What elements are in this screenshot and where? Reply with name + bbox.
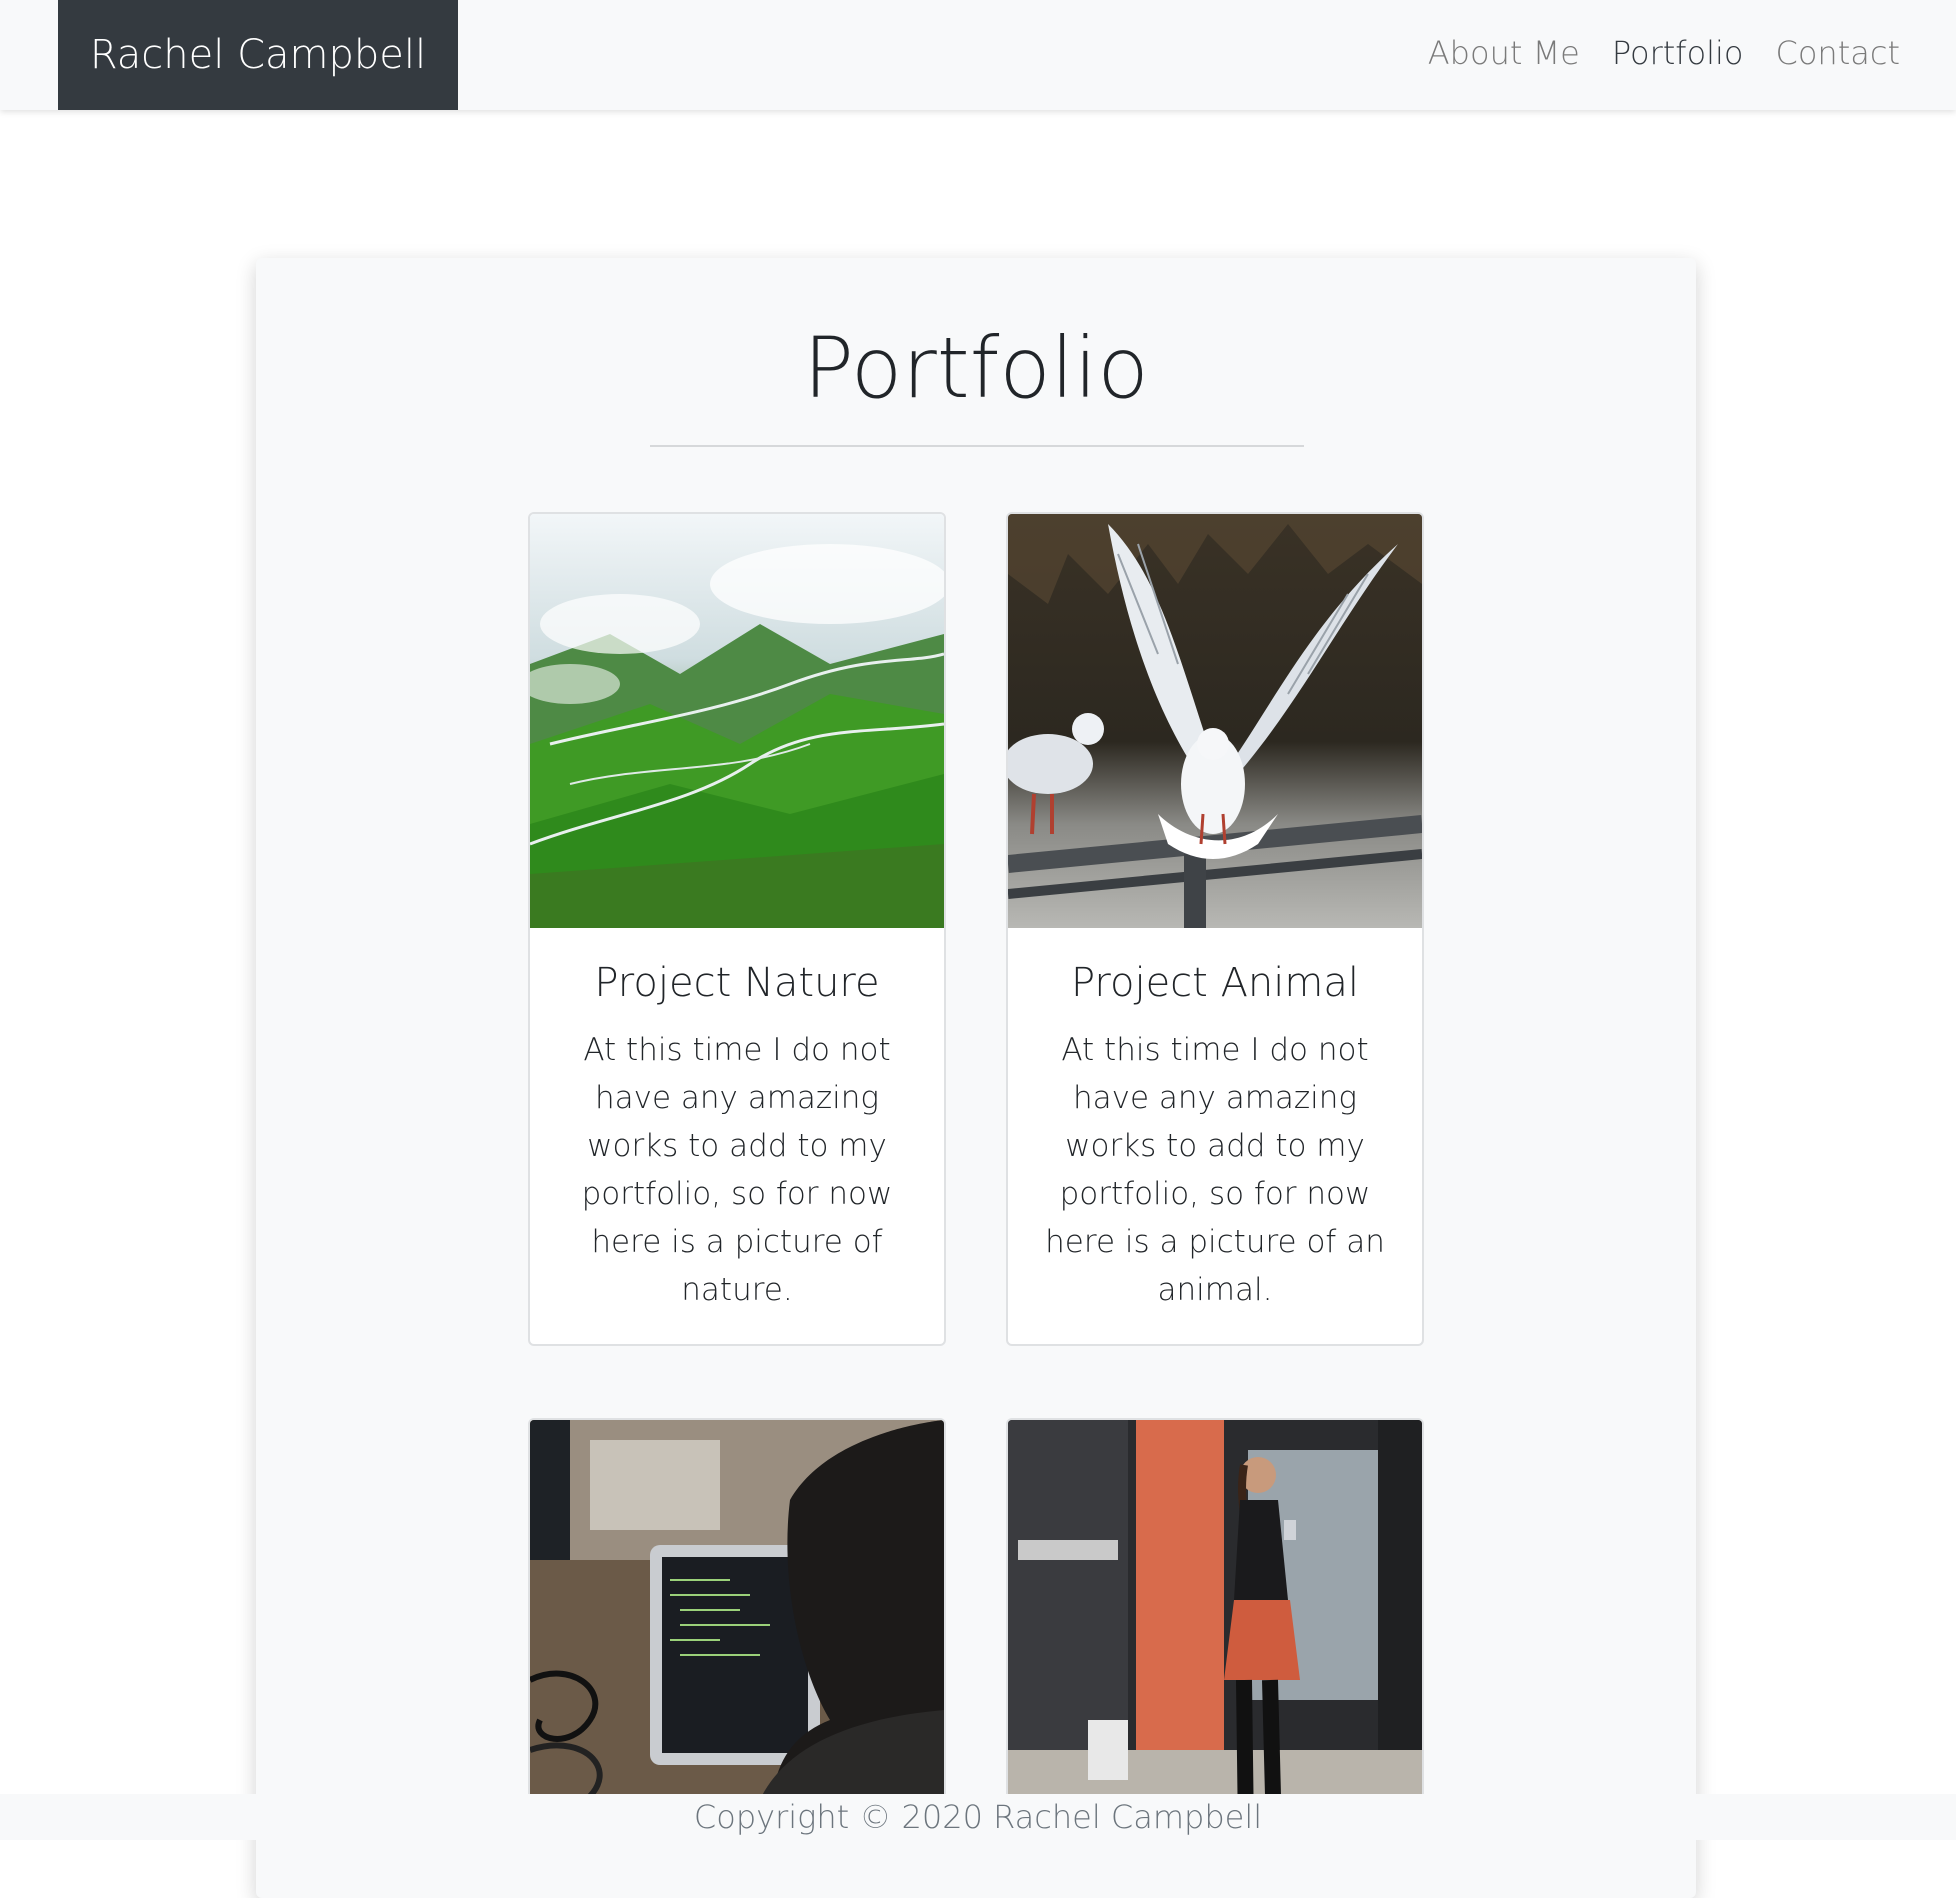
woman-with-phone-photo bbox=[1008, 1420, 1422, 1834]
copyright-text: Copyright © 2020 Rachel Campbell bbox=[693, 1798, 1263, 1836]
navbar: Rachel Campbell About Me Portfolio Conta… bbox=[0, 0, 1956, 110]
title-divider bbox=[650, 445, 1304, 447]
card-body: Project Nature At this time I do not hav… bbox=[530, 928, 944, 1344]
portfolio-card-nature: Project Nature At this time I do not hav… bbox=[528, 512, 946, 1346]
mountain-valley-photo bbox=[530, 514, 944, 928]
card-body: Project Animal At this time I do not hav… bbox=[1008, 928, 1422, 1344]
nav-link-about-me[interactable]: About Me bbox=[1428, 34, 1580, 72]
card-title: Project Nature bbox=[594, 960, 880, 1006]
nav-link-portfolio[interactable]: Portfolio bbox=[1612, 34, 1744, 72]
portfolio-card-3 bbox=[528, 1418, 946, 1836]
page-title: Portfolio bbox=[803, 319, 1149, 417]
portfolio-card-animal: Project Animal At this time I do not hav… bbox=[1006, 512, 1424, 1346]
person-at-laptop-photo bbox=[530, 1420, 944, 1834]
nav-link-contact[interactable]: Contact bbox=[1776, 34, 1901, 72]
portfolio-panel: Portfolio Project Nature At this time I … bbox=[256, 258, 1696, 1898]
card-text: At this time I do not have any amazing w… bbox=[1045, 1032, 1385, 1308]
brand-link[interactable]: Rachel Campbell bbox=[58, 0, 458, 110]
nav-links: About Me Portfolio Contact bbox=[1396, 0, 1900, 106]
card-title: Project Animal bbox=[1071, 960, 1359, 1006]
card-text: At this time I do not have any amazing w… bbox=[581, 1032, 893, 1308]
seagulls-photo bbox=[1008, 514, 1422, 928]
portfolio-card-4 bbox=[1006, 1418, 1424, 1836]
footer: Copyright © 2020 Rachel Campbell bbox=[0, 1794, 1956, 1840]
